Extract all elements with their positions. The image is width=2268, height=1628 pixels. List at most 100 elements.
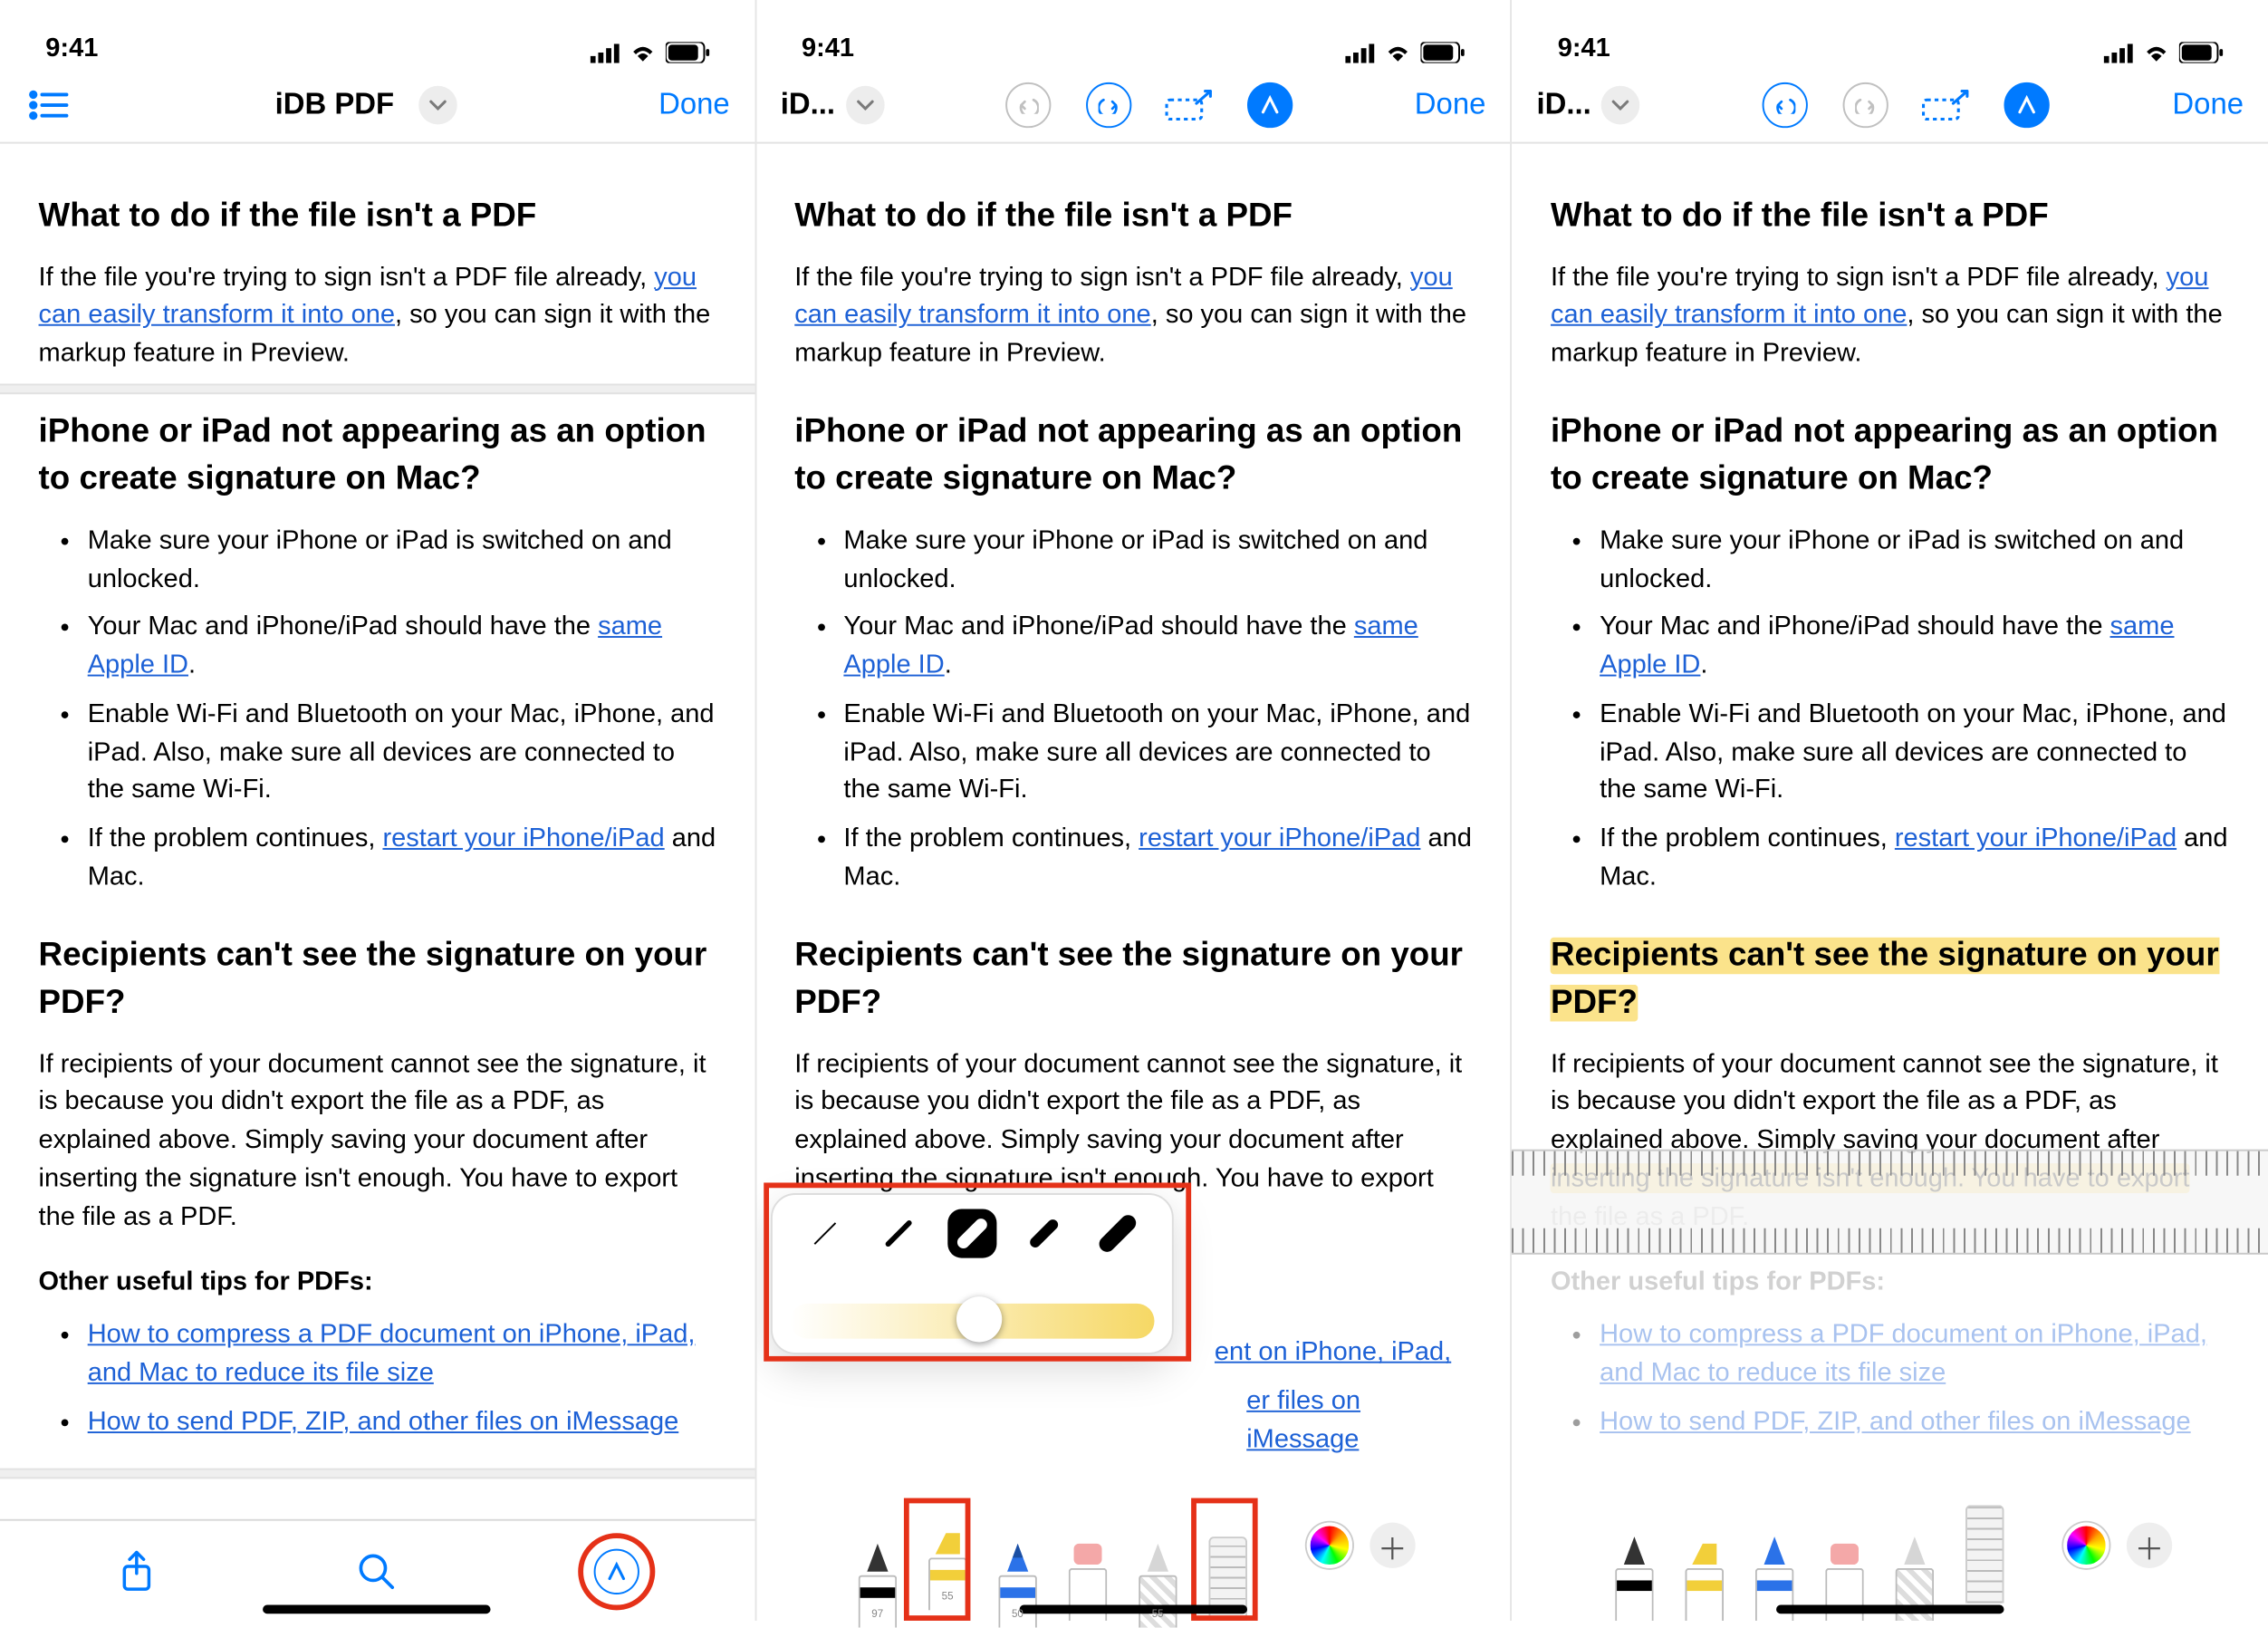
markup-toolbar: ＋ — [1512, 1495, 2268, 1621]
annotation-highlight — [903, 1498, 969, 1621]
redo-icon — [1856, 95, 1877, 112]
list-item: Enable Wi-Fi and Bluetooth on your Mac, … — [88, 696, 716, 810]
heading: What to do if the file isn't a PDF — [39, 193, 716, 241]
list-item: Your Mac and iPhone/iPad should have the… — [1600, 609, 2229, 685]
list-item: Make sure your iPhone or iPad is switche… — [1600, 522, 2229, 598]
markup-icon — [2017, 93, 2038, 114]
highlighter-tool[interactable] — [1678, 1540, 1731, 1621]
heading: iPhone or iPad not appearing as an optio… — [39, 408, 716, 505]
link[interactable]: restart your iPhone/iPad — [1895, 824, 2177, 853]
tool-label: 97 — [871, 1610, 883, 1621]
list-item: Your Mac and iPhone/iPad should have the… — [843, 609, 1472, 685]
heading: iPhone or iPad not appearing as an optio… — [794, 408, 1472, 505]
pen-tool[interactable]: 97 — [851, 1544, 904, 1621]
document-content[interactable]: What to do if the file isn't a PDF If th… — [0, 144, 754, 1519]
list-item: Enable Wi-Fi and Bluetooth on your Mac, … — [1600, 696, 2229, 810]
list-item: How to compress a PDF document on iPhone… — [1246, 1334, 1472, 1373]
eraser-tip-icon — [1069, 1540, 1108, 1568]
list: Make sure your iPhone or iPad is switche… — [39, 522, 716, 896]
done-button[interactable]: Done — [2172, 87, 2244, 122]
wifi-icon — [2142, 42, 2170, 63]
list-item: If the problem continues, restart your i… — [88, 820, 716, 896]
list-item: How to send PDF, ZIP, and other files on… — [1600, 1403, 2229, 1441]
pen-tip-icon — [858, 1544, 897, 1575]
list: How to compress a PDF document on iPhone… — [1551, 1316, 2230, 1441]
undo-icon — [1775, 95, 1796, 112]
done-button[interactable]: Done — [658, 87, 730, 122]
list-item: er files on iMessage — [1246, 1382, 1472, 1459]
markup-toggle[interactable] — [1245, 80, 1294, 129]
highlighter-tip-icon — [1685, 1540, 1724, 1568]
link[interactable]: restart your iPhone/iPad — [1139, 824, 1420, 853]
undo-button[interactable] — [1761, 80, 1810, 129]
page-gap — [0, 1469, 754, 1480]
color-picker[interactable] — [2063, 1523, 2109, 1568]
battery-icon — [665, 42, 708, 63]
link[interactable]: How to compress a PDF document on iPhone… — [1600, 1320, 2207, 1388]
document-title[interactable]: iDB PDF — [275, 87, 395, 122]
home-indicator[interactable] — [1776, 1605, 2004, 1614]
done-button[interactable]: Done — [1415, 87, 1486, 122]
screen-2: 9:41 iD... Done What to do if the file i… — [756, 0, 1513, 1621]
screen-3: 9:41 iD... Done What to do if the file i… — [1512, 0, 2268, 1621]
link[interactable]: restart your iPhone/iPad — [382, 824, 664, 853]
redo-button[interactable] — [1084, 80, 1133, 129]
list-item: How to compress a PDF document on iPhone… — [1600, 1316, 2229, 1392]
heading: Recipients can't see the signature on yo… — [39, 931, 716, 1028]
pen-tool[interactable] — [1608, 1536, 1660, 1621]
search-button[interactable] — [352, 1546, 401, 1595]
add-tool-button[interactable]: ＋ — [1369, 1523, 1415, 1568]
document-content[interactable]: What to do if the file isn't a PDF If th… — [756, 144, 1511, 1495]
list-icon — [28, 89, 70, 120]
chevron-down-icon — [1612, 99, 1629, 110]
document-title[interactable]: iD... — [781, 87, 835, 122]
title-menu-button[interactable] — [1601, 85, 1640, 124]
home-indicator[interactable] — [264, 1605, 491, 1614]
autofill-button[interactable] — [1165, 80, 1214, 129]
status-time: 9:41 — [45, 34, 98, 63]
heading: What to do if the file isn't a PDF — [1551, 193, 2230, 241]
status-time: 9:41 — [802, 34, 854, 63]
link[interactable]: How to compress a PDF document on iPhone… — [88, 1320, 696, 1388]
title-menu-button[interactable] — [846, 85, 885, 124]
paragraph: If the file you're trying to sign isn't … — [794, 258, 1472, 372]
markup-button[interactable] — [592, 1546, 641, 1595]
document-title[interactable]: iD... — [1536, 87, 1590, 122]
search-icon — [358, 1552, 397, 1591]
paragraph: If the file you're trying to sign isn't … — [39, 258, 716, 372]
link[interactable]: How to send PDF, ZIP, and other files on… — [88, 1406, 679, 1436]
ruler-tool[interactable] — [1958, 1505, 2011, 1603]
outline-button[interactable] — [24, 80, 73, 129]
undo-button[interactable] — [1004, 80, 1052, 129]
annotation-highlight — [578, 1532, 655, 1609]
markup-toolbar: 97 55 50 55 ＋ — [756, 1495, 1511, 1621]
screen-1: 9:41 iDB PDF Done What to do if the file… — [0, 0, 756, 1621]
share-button[interactable] — [113, 1546, 162, 1595]
link[interactable]: er files on iMessage — [1246, 1386, 1360, 1454]
status-time: 9:41 — [1558, 34, 1610, 63]
autofill-icon — [1165, 89, 1214, 120]
heading: What to do if the file isn't a PDF — [794, 193, 1472, 241]
status-icons — [590, 42, 709, 63]
redo-button[interactable] — [1841, 80, 1890, 129]
list-item: If the problem continues, restart your i… — [1600, 820, 2229, 896]
tool-label: 55 — [1152, 1610, 1164, 1621]
share-icon — [120, 1550, 155, 1592]
color-picker[interactable] — [1307, 1523, 1352, 1568]
wifi-icon — [1384, 42, 1412, 63]
home-indicator[interactable] — [1019, 1605, 1246, 1614]
autofill-button[interactable] — [1922, 80, 1971, 129]
link[interactable]: How to send PDF, ZIP, and other files on… — [1600, 1406, 2191, 1436]
markup-toggle[interactable] — [2003, 80, 2052, 129]
paragraph: If recipients of your document cannot se… — [39, 1045, 716, 1236]
heading-highlighted: Recipients can't see the signature on yo… — [1551, 931, 2230, 1028]
list-item: Enable Wi-Fi and Bluetooth on your Mac, … — [843, 696, 1472, 810]
status-bar: 9:41 — [756, 0, 1511, 66]
document-content[interactable]: What to do if the file isn't a PDF If th… — [1512, 144, 2268, 1495]
title-menu-button[interactable] — [418, 85, 457, 124]
ruler-overlay[interactable] — [1512, 1150, 2268, 1255]
pen-tip-icon — [1615, 1536, 1654, 1568]
annotation-highlight — [763, 1182, 1190, 1361]
status-icons — [2103, 42, 2223, 63]
add-tool-button[interactable]: ＋ — [2127, 1523, 2172, 1568]
